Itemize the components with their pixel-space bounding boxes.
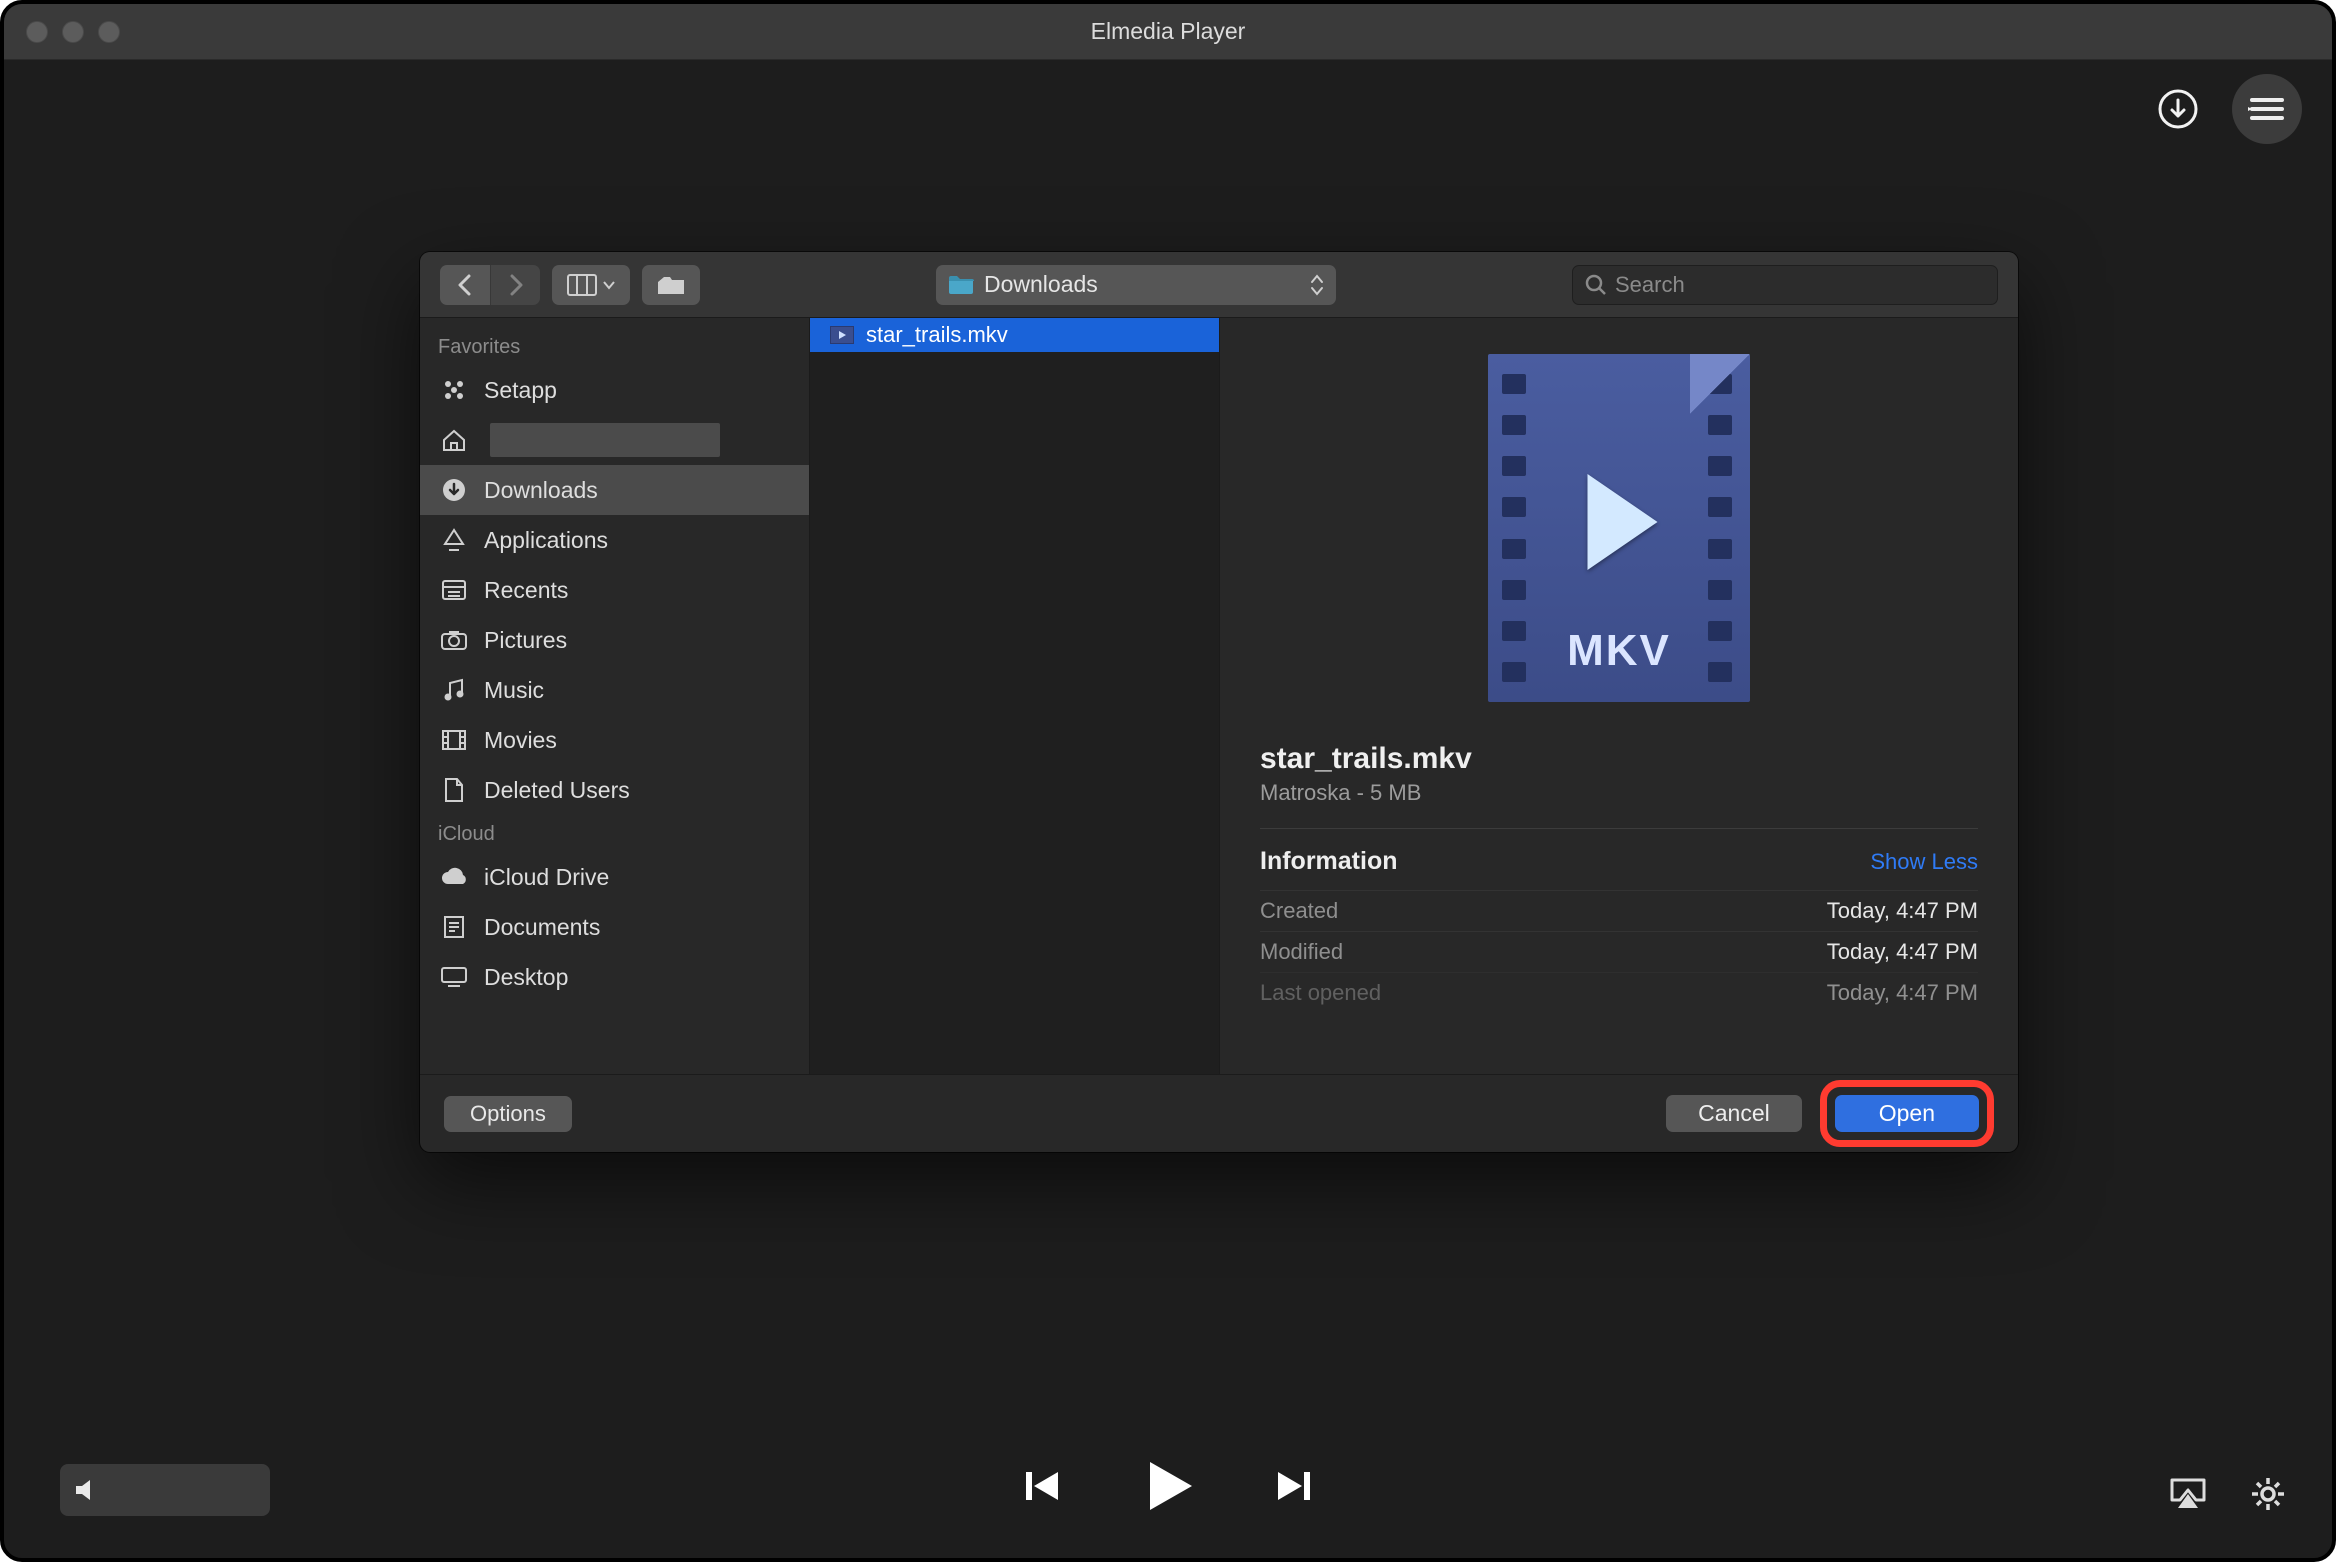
sidebar-item-icloud-drive[interactable]: iCloud Drive [420, 852, 809, 902]
preview-pane: MKV star_trails.mkv Matroska - 5 MB Info… [1220, 318, 2018, 1074]
sidebar-item-deleted-users[interactable]: Deleted Users [420, 765, 809, 815]
desktop-icon [438, 966, 470, 988]
file-type-icon: MKV [1488, 354, 1750, 702]
movie-icon [438, 729, 470, 751]
file-list[interactable]: star_trails.mkv [810, 318, 1220, 1074]
view-mode-button[interactable] [552, 265, 630, 305]
info-value: Today, 4:47 PM [1827, 898, 1978, 924]
sidebar-item-label: Downloads [484, 477, 598, 504]
window-controls [26, 21, 120, 43]
apps-icon [438, 528, 470, 552]
volume-icon [72, 1475, 102, 1505]
options-button[interactable]: Options [444, 1096, 572, 1132]
info-key: Created [1260, 898, 1338, 924]
cancel-button[interactable]: Cancel [1666, 1095, 1802, 1132]
sidebar-item-label: Recents [484, 577, 568, 604]
close-window[interactable] [26, 21, 48, 43]
info-value: Today, 4:47 PM [1827, 939, 1978, 965]
folder-icon [948, 275, 974, 295]
info-row: Last opened Today, 4:47 PM [1260, 972, 1978, 1013]
sidebar-item-label: Movies [484, 727, 557, 754]
recents-icon [438, 579, 470, 601]
sidebar-item-label: iCloud Drive [484, 864, 609, 891]
home-icon [438, 428, 470, 452]
info-key: Modified [1260, 939, 1343, 965]
sidebar-item-label: Applications [484, 527, 608, 554]
group-button[interactable] [642, 265, 700, 305]
info-value: Today, 4:47 PM [1827, 980, 1978, 1006]
airplay-button[interactable] [2168, 1476, 2208, 1512]
play-button[interactable] [1136, 1454, 1200, 1518]
sidebar-section-header: Favorites [420, 328, 809, 365]
sidebar: Favorites Setapp Downloads Applications Rece… [420, 318, 810, 1074]
location-label: Downloads [984, 271, 1098, 298]
sidebar-item-label: Music [484, 677, 544, 704]
info-key: Last opened [1260, 980, 1381, 1006]
file-ext-label: MKV [1488, 626, 1750, 676]
zoom-window[interactable] [98, 21, 120, 43]
docfold-icon [438, 914, 470, 940]
playback-bar [4, 1428, 2332, 1558]
sidebar-item-label: Deleted Users [484, 777, 630, 804]
chevron-down-icon [603, 280, 615, 290]
dialog-toolbar: Downloads Search [420, 252, 2018, 318]
sidebar-item-pictures[interactable]: Pictures [420, 615, 809, 665]
prev-track-button[interactable] [1018, 1462, 1066, 1510]
info-row: Created Today, 4:47 PM [1260, 890, 1978, 931]
music-icon [438, 677, 470, 703]
volume-slider[interactable] [60, 1464, 270, 1516]
titlebar: Elmedia Player [4, 4, 2332, 60]
file-row[interactable]: star_trails.mkv [810, 318, 1219, 352]
open-button-highlight: Open [1820, 1080, 1994, 1147]
location-popup[interactable]: Downloads [936, 265, 1336, 305]
sidebar-item-downloads[interactable]: Downloads [420, 465, 809, 515]
file-thumb-icon [830, 326, 854, 344]
dialog-footer: Options Cancel Open [420, 1074, 2018, 1152]
download-icon [438, 478, 470, 502]
sidebar-item-home[interactable] [420, 415, 809, 465]
grid-icon [438, 378, 470, 402]
next-track-button[interactable] [1270, 1462, 1318, 1510]
info-row: Modified Today, 4:47 PM [1260, 931, 1978, 972]
search-placeholder: Search [1615, 272, 1685, 298]
camera-icon [438, 629, 470, 651]
sidebar-item-label: Pictures [484, 627, 567, 654]
nav-back-forward [440, 265, 540, 305]
sidebar-item-setapp[interactable]: Setapp [420, 365, 809, 415]
sidebar-item-music[interactable]: Music [420, 665, 809, 715]
sidebar-item-label: Documents [484, 914, 600, 941]
sidebar-item-label: Setapp [484, 377, 557, 404]
sidebar-item-label: Desktop [484, 964, 568, 991]
sidebar-item-recents[interactable]: Recents [420, 565, 809, 615]
info-header: Information [1260, 847, 1398, 876]
home-label-field[interactable] [490, 423, 720, 457]
download-button[interactable] [2154, 85, 2202, 133]
minimize-window[interactable] [62, 21, 84, 43]
open-file-dialog: Downloads Search Favorites Setapp Download… [420, 252, 2018, 1152]
sidebar-item-desktop[interactable]: Desktop [420, 952, 809, 1002]
settings-button[interactable] [2248, 1474, 2288, 1514]
sidebar-item-movies[interactable]: Movies [420, 715, 809, 765]
sidebar-section-header: iCloud [420, 815, 809, 852]
sidebar-item-documents[interactable]: Documents [420, 902, 809, 952]
popup-arrows-icon [1310, 273, 1324, 297]
search-field[interactable]: Search [1572, 265, 1998, 305]
cloud-icon [438, 866, 470, 888]
app-window: Elmedia Player [0, 0, 2336, 1562]
playlist-button[interactable] [2232, 74, 2302, 144]
nav-forward-button[interactable] [490, 265, 540, 305]
file-name: star_trails.mkv [866, 322, 1008, 348]
nav-back-button[interactable] [440, 265, 490, 305]
preview-subtitle: Matroska - 5 MB [1260, 780, 1978, 829]
preview-filename: star_trails.mkv [1260, 742, 1978, 776]
doc-icon [438, 777, 470, 803]
app-title: Elmedia Player [4, 18, 2332, 45]
search-icon [1585, 274, 1607, 296]
open-button[interactable]: Open [1835, 1095, 1979, 1132]
show-less-link[interactable]: Show Less [1870, 849, 1978, 875]
sidebar-item-applications[interactable]: Applications [420, 515, 809, 565]
